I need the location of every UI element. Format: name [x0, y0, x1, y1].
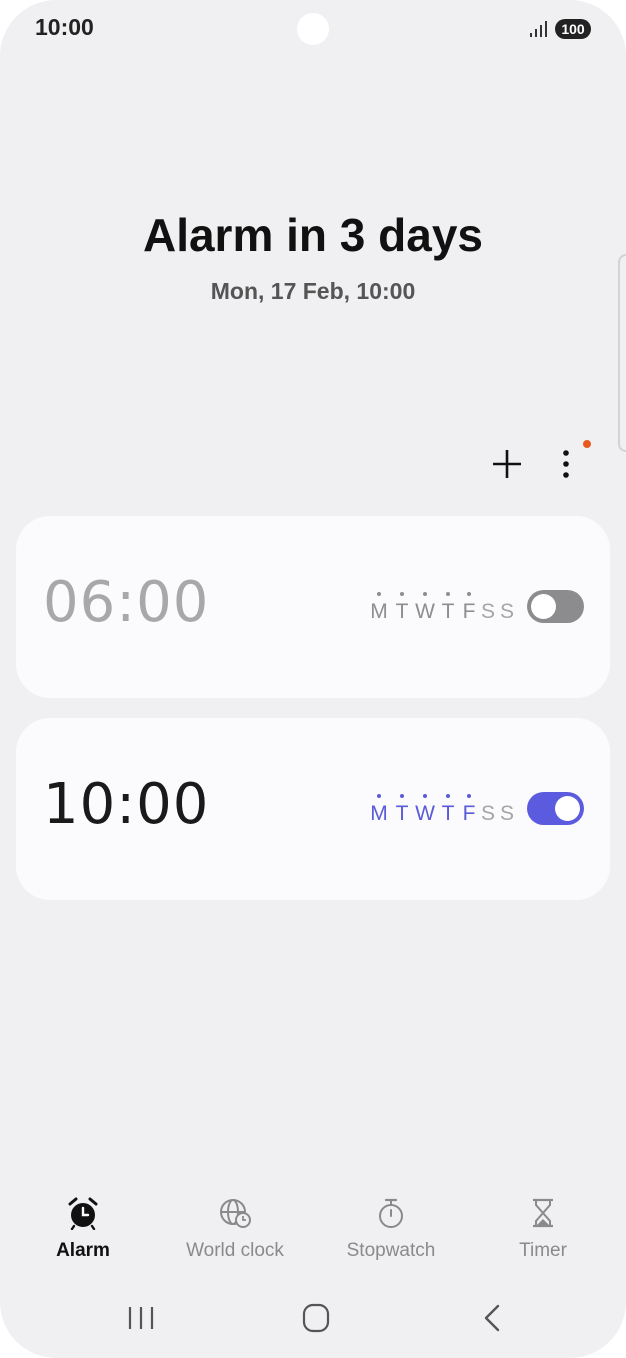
day-active-dot	[400, 794, 404, 798]
alarm-card[interactable]: 06:00 M T W T F S S	[16, 516, 610, 698]
alarm-toggle[interactable]	[527, 792, 584, 825]
signal-icon	[530, 21, 547, 37]
tab-label: Timer	[519, 1240, 567, 1261]
day-active-dot	[423, 794, 427, 798]
day-active-dot	[423, 592, 427, 596]
day-saturday: S	[480, 802, 495, 825]
tab-stopwatch[interactable]: Stopwatch	[316, 1192, 466, 1268]
day-sunday: S	[499, 802, 514, 825]
home-icon[interactable]	[296, 1300, 336, 1336]
day-monday: M	[369, 794, 389, 826]
add-alarm-button[interactable]	[487, 444, 527, 484]
day-active-dot	[446, 592, 450, 596]
day-active-dot	[400, 592, 404, 596]
tab-timer[interactable]: Timer	[468, 1192, 618, 1268]
tab-world-clock[interactable]: World clock	[160, 1192, 310, 1268]
day-sunday: S	[499, 600, 514, 623]
back-icon[interactable]	[472, 1300, 512, 1336]
day-saturday: S	[480, 600, 495, 623]
next-alarm-title: Alarm in 3 days	[142, 209, 484, 261]
day-active-dot	[446, 794, 450, 798]
tab-label: World clock	[186, 1240, 284, 1261]
recents-icon[interactable]	[121, 1300, 161, 1336]
alarm-time: 06:00	[43, 570, 210, 635]
tab-alarm[interactable]: Alarm	[8, 1192, 158, 1268]
day-active-dot	[467, 794, 471, 798]
status-time: 10:00	[35, 14, 94, 40]
day-wednesday: W	[415, 592, 435, 624]
battery-icon: 100	[555, 19, 591, 39]
day-wednesday: W	[415, 794, 435, 826]
bottom-navigation: Alarm World clock Stopwatch Timer	[0, 1192, 626, 1268]
alarm-clock-icon	[68, 1197, 98, 1230]
day-thursday: T	[438, 592, 458, 624]
day-active-dot	[377, 592, 381, 596]
day-active-dot	[377, 794, 381, 798]
hourglass-icon	[533, 1198, 553, 1228]
toggle-knob	[555, 796, 580, 821]
notification-dot	[583, 440, 591, 448]
more-options-button[interactable]	[551, 444, 581, 484]
stopwatch-icon	[379, 1198, 403, 1228]
day-tuesday: T	[392, 794, 412, 826]
day-friday: F	[459, 592, 479, 624]
alarm-toggle[interactable]	[527, 590, 584, 623]
alarm-time: 10:00	[43, 772, 210, 837]
day-friday: F	[459, 794, 479, 826]
alarm-card[interactable]: 10:00 M T W T F S S	[16, 718, 610, 900]
day-monday: M	[369, 592, 389, 624]
day-thursday: T	[438, 794, 458, 826]
clock-app-screen: 10:00 100 Alarm in 3 days Mon, 17 Feb, 1…	[0, 0, 626, 1358]
toggle-knob	[531, 594, 556, 619]
front-camera	[297, 13, 329, 45]
day-active-dot	[467, 592, 471, 596]
next-alarm-subtitle: Mon, 17 Feb, 10:00	[210, 278, 416, 304]
status-bar: 10:00 100	[0, 0, 626, 58]
day-tuesday: T	[392, 592, 412, 624]
tab-label: Alarm	[56, 1240, 110, 1261]
tab-label: Stopwatch	[346, 1240, 436, 1261]
system-navigation-bar	[0, 1294, 626, 1342]
globe-clock-icon	[220, 1199, 251, 1228]
